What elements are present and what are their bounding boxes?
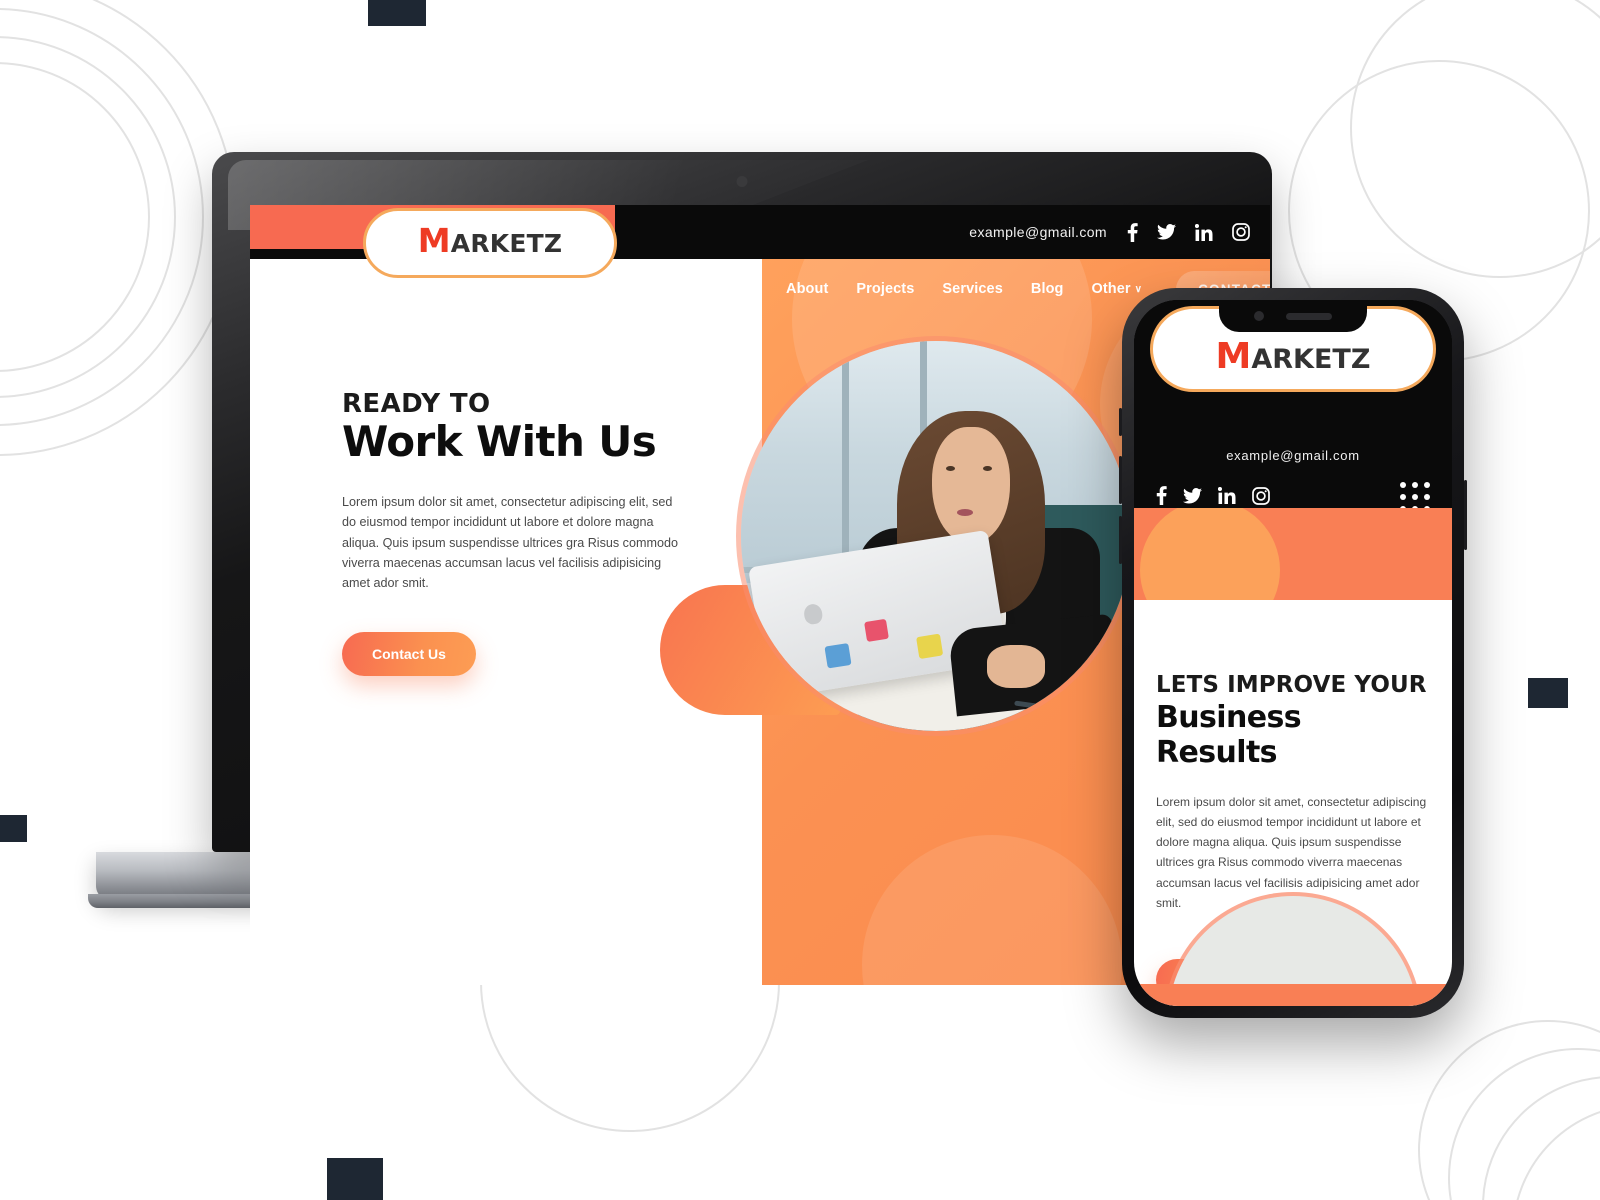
instagram-icon[interactable] bbox=[1252, 486, 1270, 510]
logo-rest: ARKETZ bbox=[450, 228, 563, 258]
square-bottom bbox=[327, 1158, 383, 1200]
mobile-logo-initial: M bbox=[1215, 336, 1252, 377]
social-links bbox=[1127, 222, 1250, 242]
laptop-screen: example@gmail.com MARKETZ About Projects… bbox=[250, 205, 1270, 985]
phone-volume-up-button[interactable] bbox=[1119, 456, 1122, 504]
phone-notch bbox=[1219, 300, 1367, 332]
logo-initial: M bbox=[417, 220, 451, 260]
photo-person-eye bbox=[945, 465, 955, 471]
decor-circle bbox=[1140, 508, 1280, 600]
contact-us-button[interactable]: Contact Us bbox=[342, 631, 476, 676]
grid-dot bbox=[1424, 482, 1430, 488]
photo-person-hand bbox=[986, 645, 1046, 689]
mobile-hero: LETS IMPROVE YOUR Business Results Lorem… bbox=[1134, 600, 1452, 1006]
nav-item-projects[interactable]: Projects bbox=[856, 281, 914, 297]
photo-sticker bbox=[915, 633, 943, 660]
site-logo[interactable]: MARKETZ bbox=[363, 208, 617, 278]
photo-laptop-logo bbox=[802, 602, 824, 626]
hero-eyebrow: READY TO bbox=[342, 389, 491, 419]
nav-item-blog[interactable]: Blog bbox=[1031, 281, 1064, 297]
mobile-contact-email[interactable]: example@gmail.com bbox=[1134, 448, 1452, 463]
ring bbox=[0, 0, 236, 456]
hero-headline: Work With Us bbox=[342, 417, 657, 467]
square-left bbox=[0, 815, 27, 842]
hero-photo-image bbox=[741, 341, 1131, 731]
nav-item-services[interactable]: Services bbox=[942, 281, 1002, 297]
photo-sticker bbox=[823, 642, 852, 669]
phone-power-button[interactable] bbox=[1464, 480, 1467, 550]
hero-text-block: READY TO Work With Us Lorem ipsum dolor … bbox=[342, 389, 702, 676]
nav-item-about[interactable]: About bbox=[786, 281, 828, 297]
mobile-bottom-orange-strip bbox=[1134, 984, 1452, 1006]
phone-bezel: MARKETZ example@gmail.com LETS IMPROVE Y… bbox=[1134, 300, 1452, 1006]
mobile-orange-band bbox=[1134, 508, 1452, 600]
desktop-website: example@gmail.com MARKETZ About Projects… bbox=[250, 205, 1270, 985]
laptop-lid: example@gmail.com MARKETZ About Projects… bbox=[212, 152, 1272, 985]
twitter-icon[interactable] bbox=[1183, 487, 1202, 509]
instagram-icon[interactable] bbox=[1232, 223, 1250, 241]
facebook-icon[interactable] bbox=[1127, 222, 1138, 242]
front-camera-icon bbox=[1254, 311, 1264, 321]
earpiece-speaker bbox=[1286, 312, 1332, 320]
laptop-mockup: example@gmail.com MARKETZ About Projects… bbox=[88, 152, 1396, 985]
grid-dot bbox=[1412, 482, 1418, 488]
hero-photo bbox=[741, 341, 1131, 731]
linkedin-icon[interactable] bbox=[1195, 223, 1213, 241]
square-top bbox=[368, 0, 426, 26]
grid-dot bbox=[1400, 494, 1406, 500]
mobile-hero-paragraph: Lorem ipsum dolor sit amet, consectetur … bbox=[1156, 795, 1427, 910]
grid-dot bbox=[1400, 482, 1406, 488]
topbar-right-group: example@gmail.com bbox=[969, 205, 1250, 259]
photo-person-face bbox=[932, 426, 1011, 544]
mobile-logo-rest: ARKETZ bbox=[1251, 344, 1371, 375]
decor-blob bbox=[862, 835, 1122, 985]
mobile-logo-wordmark: MARKETZ bbox=[1216, 339, 1371, 376]
photo-person-lips bbox=[957, 508, 974, 516]
nav-item-other-label: Other bbox=[1091, 281, 1131, 297]
mobile-hero-headline: Business Results bbox=[1156, 700, 1302, 770]
photo-sticker bbox=[863, 618, 889, 642]
grid-dot bbox=[1424, 494, 1430, 500]
grid-dot bbox=[1412, 494, 1418, 500]
photo-window-frame bbox=[842, 341, 850, 583]
phone-mute-button[interactable] bbox=[1119, 408, 1122, 436]
facebook-icon[interactable] bbox=[1156, 486, 1167, 510]
phone-mockup: MARKETZ example@gmail.com LETS IMPROVE Y… bbox=[1119, 288, 1467, 1018]
phone-screen: MARKETZ example@gmail.com LETS IMPROVE Y… bbox=[1134, 300, 1452, 1006]
nav-item-other[interactable]: Other ∨ bbox=[1092, 281, 1143, 297]
linkedin-icon[interactable] bbox=[1217, 486, 1236, 509]
hero-paragraph: Lorem ipsum dolor sit amet, consectetur … bbox=[342, 494, 678, 591]
phone-volume-down-button[interactable] bbox=[1119, 516, 1122, 564]
mobile-social-links bbox=[1156, 486, 1270, 510]
twitter-icon[interactable] bbox=[1157, 224, 1176, 240]
webcam-icon bbox=[736, 176, 748, 187]
logo-wordmark: MARKETZ bbox=[418, 224, 563, 258]
mobile-hero-eyebrow: LETS IMPROVE YOUR bbox=[1156, 672, 1427, 698]
mockup-scene: example@gmail.com MARKETZ About Projects… bbox=[0, 0, 1600, 1200]
contact-email[interactable]: example@gmail.com bbox=[969, 224, 1107, 240]
square-right bbox=[1528, 678, 1568, 708]
photo-person-eye bbox=[982, 465, 992, 471]
chevron-down-icon: ∨ bbox=[1134, 284, 1143, 295]
